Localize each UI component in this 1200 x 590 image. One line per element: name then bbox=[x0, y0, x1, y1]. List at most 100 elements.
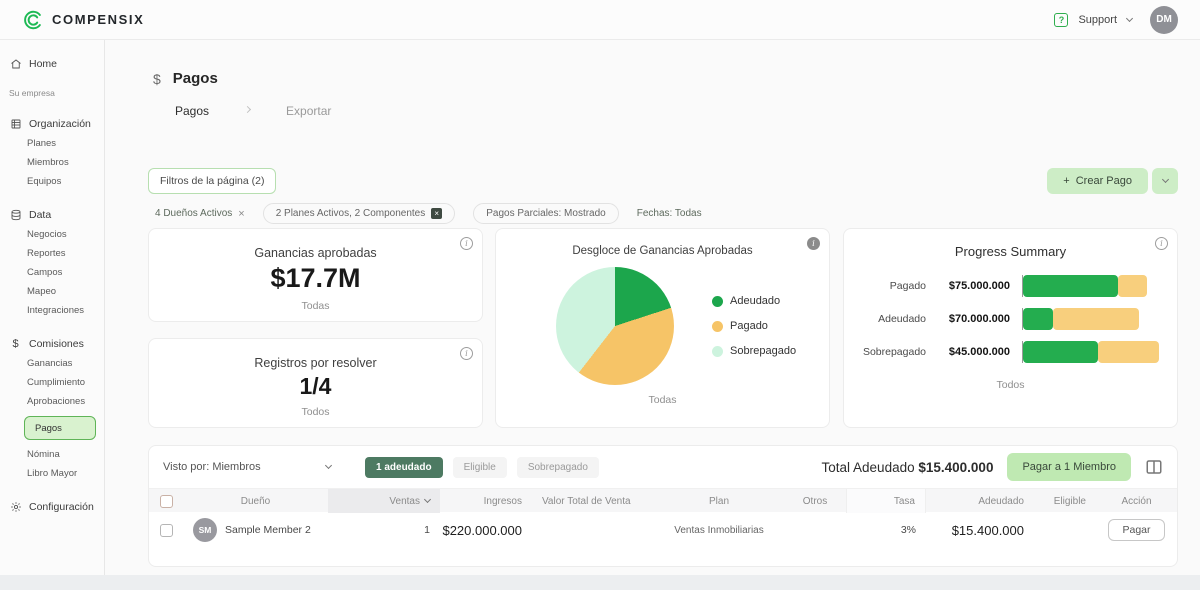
sidebar-item-ganancias[interactable]: Ganancias bbox=[0, 354, 104, 373]
bar-segment-completado bbox=[1023, 341, 1098, 363]
chevron-right-icon bbox=[244, 106, 251, 113]
column-header-dueno: Dueño bbox=[183, 489, 328, 513]
info-icon[interactable]: i bbox=[1155, 237, 1168, 250]
ingresos-cell: $220.000.000 bbox=[442, 523, 522, 538]
sidebar-item-pagos[interactable]: Pagos bbox=[24, 416, 96, 440]
brand-logo[interactable]: COMPENSIX bbox=[22, 9, 144, 31]
plus-icon: + bbox=[1063, 175, 1069, 187]
segment-1-adeudado[interactable]: 1 adeudado bbox=[365, 457, 443, 478]
tab-pagos[interactable]: Pagos bbox=[175, 104, 209, 118]
pagar-button[interactable]: Pagar bbox=[1108, 519, 1164, 541]
card-footer: Todos bbox=[149, 406, 482, 418]
close-icon[interactable]: × bbox=[431, 208, 442, 219]
column-header-valor-total-de-venta: Valor Total de Venta bbox=[532, 489, 654, 513]
segment-sobrepagado[interactable]: Sobrepagado bbox=[517, 457, 599, 478]
pie-chart bbox=[556, 267, 674, 385]
compensix-logo-icon bbox=[22, 9, 44, 31]
top-bar: COMPENSIX ? Support DM bbox=[0, 0, 1200, 40]
total-adeudado: Total Adeudado $15.400.000 bbox=[822, 460, 994, 475]
sidebar-item-libro-mayor[interactable]: Libro Mayor bbox=[0, 464, 104, 483]
card-registros-por-resolver: i Registros por resolver 1/4 Todos bbox=[148, 338, 483, 428]
sidebar-item-campos[interactable]: Campos bbox=[0, 263, 104, 282]
view-by-select[interactable]: Visto por: Miembros bbox=[163, 461, 331, 473]
gear-icon bbox=[9, 501, 22, 514]
owner-avatar: SM bbox=[193, 518, 217, 542]
card-title: Registros por resolver bbox=[149, 356, 482, 370]
sidebar-item-comisiones[interactable]: $Comisiones bbox=[0, 334, 104, 354]
filter-chip-pagos-parciales-mostrado[interactable]: Pagos Parciales: Mostrado bbox=[473, 203, 619, 224]
sidebar-item-equipos[interactable]: Equipos bbox=[0, 172, 104, 191]
database-icon bbox=[9, 209, 22, 222]
card-value: $17.7M bbox=[149, 263, 482, 294]
main-content: $ Pagos Pagos Exportar Filtros de la pág… bbox=[105, 40, 1200, 575]
sidebar-item-nomina[interactable]: Nómina bbox=[0, 445, 104, 464]
sidebar-item-configuracion[interactable]: Configuración bbox=[0, 497, 104, 517]
filter-chip-4-duenos-activos[interactable]: 4 Dueños Activos× bbox=[155, 208, 245, 220]
bar-segment-completado bbox=[1023, 308, 1053, 330]
column-header-plan: Plan bbox=[654, 489, 784, 513]
sidebar-item-mapeo[interactable]: Mapeo bbox=[0, 282, 104, 301]
page-filters-button[interactable]: Filtros de la página (2) bbox=[148, 168, 276, 194]
sidebar-item-planes[interactable]: Planes bbox=[0, 134, 104, 153]
row-checkbox[interactable] bbox=[160, 524, 173, 537]
select-all-checkbox-cell[interactable] bbox=[149, 489, 183, 513]
sidebar-item-cumplimiento[interactable]: Cumplimiento bbox=[0, 373, 104, 392]
filter-chip-fechas-todas[interactable]: Fechas: Todas bbox=[637, 208, 702, 219]
sort-icon[interactable] bbox=[424, 496, 431, 503]
info-icon[interactable]: i bbox=[460, 347, 473, 360]
column-header-ingresos: Ingresos bbox=[440, 489, 532, 513]
tab-exportar[interactable]: Exportar bbox=[286, 104, 331, 118]
support-menu[interactable]: Support bbox=[1078, 14, 1117, 26]
bar-chart-footer: Todos bbox=[844, 379, 1177, 391]
create-payment-dropdown[interactable] bbox=[1152, 168, 1178, 194]
sidebar-item-organizacion[interactable]: Organización bbox=[0, 114, 104, 134]
sidebar-item-integraciones[interactable]: Integraciones bbox=[0, 301, 104, 320]
legend-dot bbox=[712, 321, 723, 332]
card-progress-summary: i Progress Summary Pagado$75.000.000Adeu… bbox=[843, 228, 1178, 428]
info-icon[interactable]: i bbox=[460, 237, 473, 250]
card-ganancias-aprobadas: i Ganancias aprobadas $17.7M Todas bbox=[148, 228, 483, 322]
pay-member-button[interactable]: Pagar a 1 Miembro bbox=[1007, 453, 1131, 481]
sidebar-item-reportes[interactable]: Reportes bbox=[0, 244, 104, 263]
sidebar-item-negocios[interactable]: Negocios bbox=[0, 225, 104, 244]
chevron-down-icon[interactable] bbox=[1126, 14, 1133, 21]
select-all-checkbox[interactable] bbox=[160, 495, 173, 508]
support-help-icon: ? bbox=[1054, 13, 1068, 27]
bar-segment-restante bbox=[1053, 308, 1139, 330]
card-pie-chart: i Desgloce de Ganancias Aprobadas Adeuda… bbox=[495, 228, 830, 428]
sidebar-item-data[interactable]: Data bbox=[0, 205, 104, 225]
legend-dot bbox=[712, 346, 723, 357]
bar-row-pagado: Pagado$75.000.000 bbox=[854, 275, 1159, 297]
dollar-icon: $ bbox=[9, 338, 22, 351]
table-body: SMSample Member 21$220.000.000Ventas Inm… bbox=[149, 512, 1177, 548]
chevron-down-icon bbox=[325, 462, 332, 469]
legend-item-pagado: Pagado bbox=[712, 320, 796, 332]
organization-icon bbox=[9, 118, 22, 131]
bar-chart-title: Progress Summary bbox=[844, 244, 1177, 259]
plan-cell: Ventas Inmobiliarias bbox=[674, 525, 764, 536]
column-header-ventas[interactable]: Ventas bbox=[328, 489, 440, 513]
info-icon[interactable]: i bbox=[807, 237, 820, 250]
card-value: 1/4 bbox=[149, 373, 482, 400]
sidebar-item-home[interactable]: Home bbox=[0, 54, 104, 74]
close-icon[interactable]: × bbox=[238, 208, 244, 220]
create-payment-button[interactable]: + Crear Pago bbox=[1047, 168, 1148, 194]
filter-chip-2-planes-activos-2-componentes[interactable]: 2 Planes Activos, 2 Componentes× bbox=[263, 203, 456, 224]
legend-item-sobrepagado: Sobrepagado bbox=[712, 345, 796, 357]
home-icon bbox=[9, 58, 22, 71]
segment-eligible[interactable]: Eligible bbox=[453, 457, 507, 478]
pie-legend: AdeudadoPagadoSobrepagado bbox=[712, 295, 796, 357]
user-avatar[interactable]: DM bbox=[1150, 6, 1178, 34]
adeudado-cell: $15.400.000 bbox=[952, 523, 1024, 538]
card-title: Ganancias aprobadas bbox=[149, 246, 482, 260]
sidebar-item-miembros[interactable]: Miembros bbox=[0, 153, 104, 172]
owner-cell: SMSample Member 2 bbox=[193, 518, 311, 542]
status-segments: 1 adeudado Eligible Sobrepagado bbox=[365, 457, 599, 478]
payments-table-card: Visto por: Miembros 1 adeudado Eligible So… bbox=[148, 445, 1178, 567]
pie-chart-title: Desgloce de Ganancias Aprobadas bbox=[496, 245, 829, 257]
column-settings-icon[interactable] bbox=[1145, 458, 1163, 476]
bar-row-sobrepagado: Sobrepagado$45.000.000 bbox=[854, 341, 1159, 363]
column-header-adeudado: Adeudado bbox=[926, 489, 1034, 513]
brand-name: COMPENSIX bbox=[52, 12, 144, 27]
sidebar-item-aprobaciones[interactable]: Aprobaciones bbox=[0, 392, 104, 411]
